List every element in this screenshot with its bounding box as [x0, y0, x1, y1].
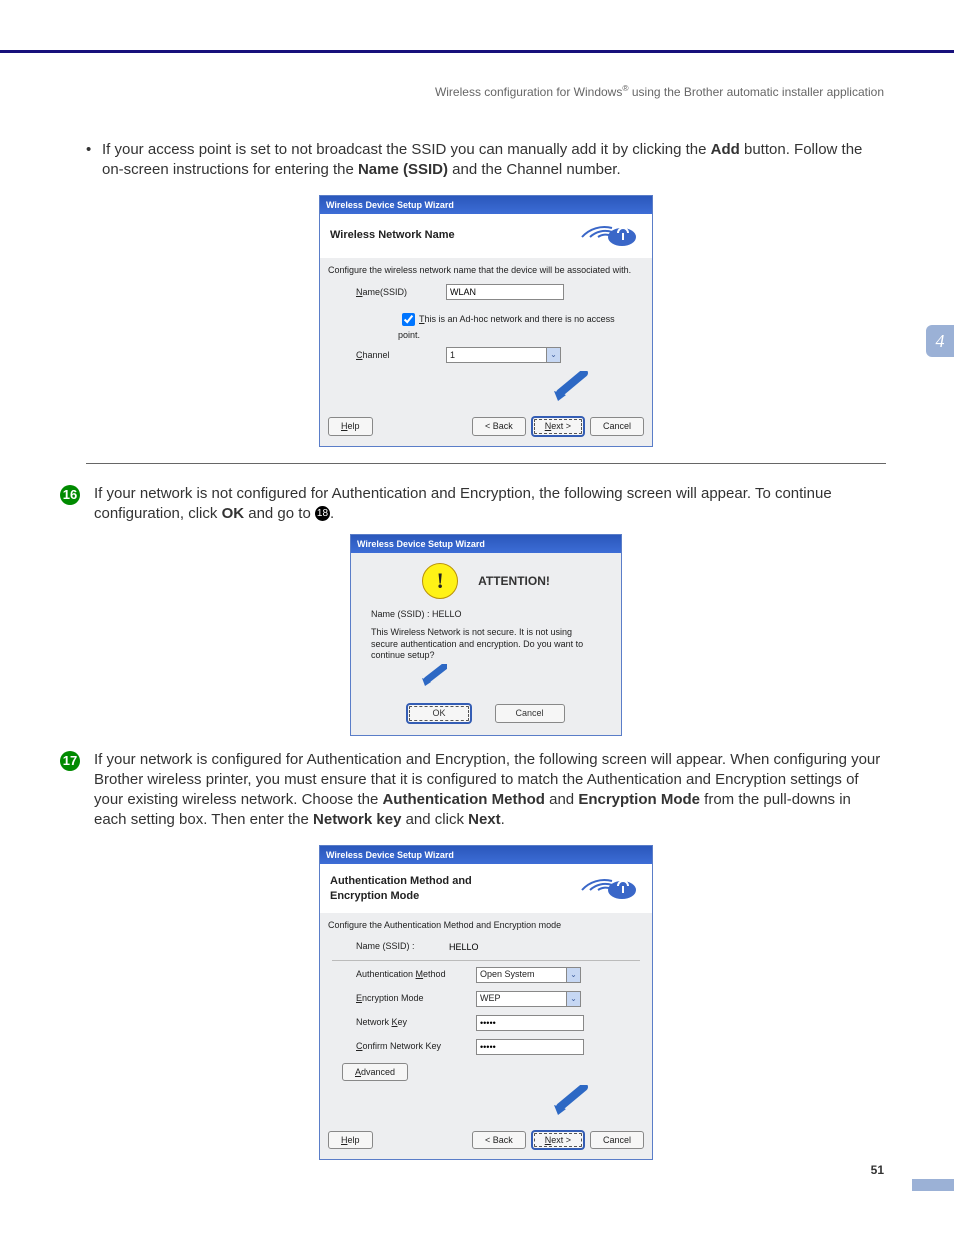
enc-select[interactable]: WEP ⌄: [476, 991, 581, 1007]
step-16-text: If your network is not configured for Au…: [94, 484, 886, 525]
dialog-header: Wireless Network Name: [320, 214, 652, 258]
attention-header: ! ATTENTION!: [371, 563, 601, 599]
step-ref-18: 18: [315, 506, 330, 521]
help-button[interactable]: Help: [328, 1131, 373, 1149]
cancel-button[interactable]: Cancel: [495, 704, 565, 722]
next-button[interactable]: Next >: [532, 417, 584, 435]
ssid-input[interactable]: [446, 284, 564, 300]
step-17: 17 If your network is configured for Aut…: [60, 750, 886, 831]
step-badge-17: 17: [60, 751, 80, 771]
adhoc-checkbox[interactable]: [402, 313, 415, 326]
name-label: Name(SSID): [356, 286, 446, 298]
auth-label: Authentication Method: [356, 968, 476, 980]
dialog-header: Authentication Method and Encryption Mod…: [320, 864, 652, 914]
chevron-down-icon: ⌄: [546, 348, 560, 362]
attention-ssid: Name (SSID) : HELLO: [371, 609, 601, 621]
dialog-titlebar: Wireless Device Setup Wizard: [320, 196, 652, 214]
wizard-dialog-auth-encryption: Wireless Device Setup Wizard Authenticat…: [319, 845, 653, 1161]
ok-button[interactable]: OK: [407, 704, 470, 722]
dialog-subtitle: Configure the wireless network name that…: [320, 258, 652, 280]
adhoc-row: This is an Ad-hoc network and there is n…: [320, 304, 652, 343]
dialog-titlebar: Wireless Device Setup Wizard: [351, 535, 621, 553]
channel-row: Channel 1 ⌄: [320, 343, 652, 367]
cancel-button[interactable]: Cancel: [590, 417, 644, 435]
wizard-dialog-network-name: Wireless Device Setup Wizard Wireless Ne…: [319, 195, 653, 447]
attention-dialog: Wireless Device Setup Wizard ! ATTENTION…: [350, 534, 622, 736]
back-button[interactable]: < Back: [472, 1131, 526, 1149]
dialog-heading: Authentication Method and Encryption Mod…: [330, 874, 510, 904]
attention-buttons: OK Cancel: [351, 696, 621, 734]
section-divider: [86, 463, 886, 464]
intro-text: If your access point is set to not broad…: [102, 140, 886, 181]
step-16: 16 If your network is not configured for…: [60, 484, 886, 525]
ssid-readonly: [446, 940, 562, 954]
auth-select[interactable]: Open System ⌄: [476, 967, 581, 983]
attention-message: This Wireless Network is not secure. It …: [371, 627, 601, 662]
bullet-icon: •: [86, 140, 102, 181]
pointer-arrow-icon: [550, 1085, 588, 1120]
dialog-titlebar: Wireless Device Setup Wizard: [320, 846, 652, 864]
enc-label: Encryption Mode: [356, 992, 476, 1004]
step-17-text: If your network is configured for Authen…: [94, 750, 886, 831]
wifi-broadcast-icon: [562, 877, 642, 901]
chapter-tab: 4: [926, 325, 954, 357]
help-button[interactable]: Help: [328, 417, 373, 435]
breadcrumb-pre: Wireless configuration for Windows: [435, 85, 622, 99]
breadcrumb-post: using the Brother automatic installer ap…: [629, 85, 884, 99]
breadcrumb: Wireless configuration for Windows® usin…: [435, 83, 884, 99]
dialog-buttons: Help < Back Next > Cancel: [320, 409, 652, 445]
netkey-label: Network Key: [356, 1016, 476, 1028]
channel-select[interactable]: 1 ⌄: [446, 347, 561, 363]
back-button[interactable]: < Back: [472, 417, 526, 435]
page-number: 51: [871, 1163, 884, 1177]
footer-tab: [912, 1179, 954, 1191]
dialog-subtitle: Configure the Authentication Method and …: [320, 913, 652, 935]
step-badge-16: 16: [60, 485, 80, 505]
warning-icon: !: [422, 563, 458, 599]
advanced-button[interactable]: Advanced: [342, 1063, 408, 1081]
header-divider: [0, 50, 954, 53]
intro-bullet: • If your access point is set to not bro…: [86, 140, 886, 181]
wifi-broadcast-icon: [562, 224, 642, 248]
channel-label: Channel: [356, 349, 446, 361]
name-row: Name(SSID): [320, 280, 652, 304]
cancel-button[interactable]: Cancel: [590, 1131, 644, 1149]
attention-title: ATTENTION!: [478, 573, 550, 589]
adhoc-label: his is an Ad-hoc network and there is no…: [398, 314, 615, 340]
ssid-label: Name (SSID) :: [356, 940, 446, 952]
dialog-heading: Wireless Network Name: [330, 228, 455, 243]
pointer-arrow-icon: [419, 664, 447, 691]
cnetkey-label: Confirm Network Key: [356, 1040, 476, 1052]
netkey-input[interactable]: [476, 1015, 584, 1031]
cnetkey-input[interactable]: [476, 1039, 584, 1055]
chevron-down-icon: ⌄: [566, 968, 580, 982]
next-button[interactable]: Next >: [532, 1131, 584, 1149]
chevron-down-icon: ⌄: [566, 992, 580, 1006]
pointer-arrow-icon: [550, 371, 588, 406]
dialog-buttons: Help < Back Next > Cancel: [320, 1123, 652, 1159]
